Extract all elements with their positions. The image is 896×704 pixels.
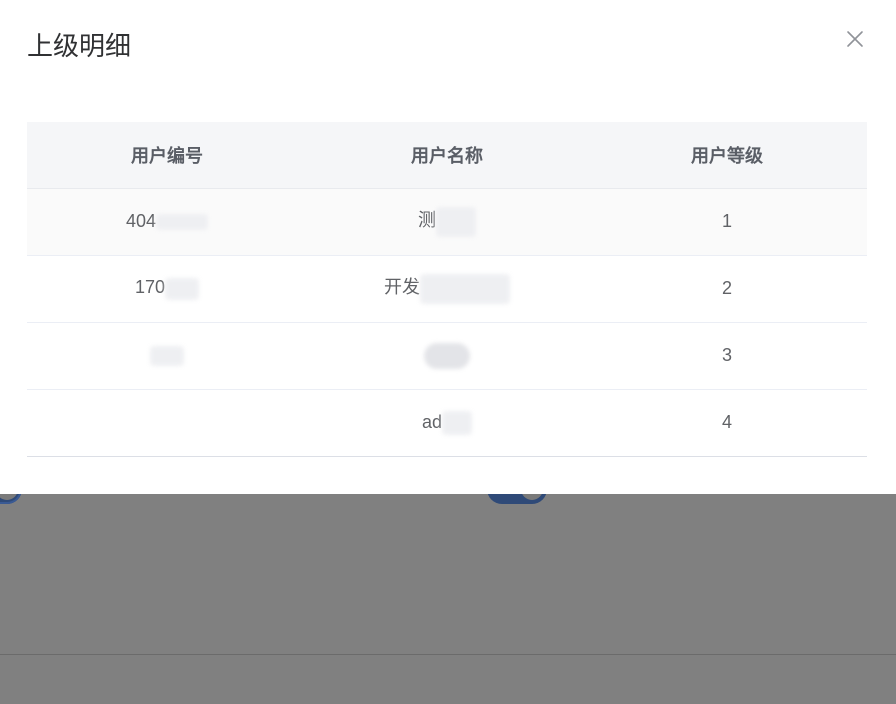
user-id-cell: 170 xyxy=(27,255,307,323)
column-header-user-name: 用户名称 xyxy=(307,122,587,189)
table-header-row: 用户编号 用户名称 用户等级 xyxy=(27,122,867,189)
superior-table: 用户编号 用户名称 用户等级 404 测 1 170 开发 2 3 ad 4 xyxy=(27,122,867,457)
redacted-blur xyxy=(165,277,200,300)
user-name-value: ad xyxy=(421,411,443,432)
redacted-blur xyxy=(436,206,476,237)
column-header-user-level: 用户等级 xyxy=(587,122,867,189)
user-name-cell: 测 xyxy=(307,188,587,256)
table-row: ad 4 xyxy=(27,389,867,457)
redacted-blur xyxy=(420,273,510,304)
column-header-user-id: 用户编号 xyxy=(27,122,307,189)
user-name-cell xyxy=(307,322,587,390)
user-id-cell: 404 xyxy=(27,188,307,256)
user-id-value: 170 xyxy=(134,277,166,298)
redacted-blur xyxy=(424,342,470,369)
user-level-cell: 2 xyxy=(587,255,867,323)
table-row: 170 开发 2 xyxy=(27,255,867,323)
redacted-blur xyxy=(156,214,209,231)
table-row: 3 xyxy=(27,322,867,390)
redacted-blur xyxy=(442,410,473,435)
dialog-title: 上级明细 xyxy=(27,32,132,62)
user-name-value: 测 xyxy=(418,210,436,231)
user-level-cell: 4 xyxy=(587,389,867,457)
table-row: 404 测 1 xyxy=(27,188,867,256)
user-level-cell: 1 xyxy=(587,188,867,256)
user-level-cell: 3 xyxy=(587,322,867,390)
user-id-cell xyxy=(27,389,307,457)
close-button[interactable] xyxy=(840,24,870,54)
user-id-value: 404 xyxy=(125,211,157,231)
user-name-cell: 开发 xyxy=(307,255,587,323)
superior-details-dialog: 上级明细 用户编号 用户名称 用户等级 404 测 1 170 开发 2 3 a… xyxy=(0,0,896,494)
user-id-cell xyxy=(27,322,307,390)
close-icon xyxy=(847,31,863,47)
user-name-cell: ad xyxy=(307,389,587,457)
background-divider xyxy=(0,654,896,655)
user-name-value: 开发 xyxy=(384,277,420,298)
redacted-blur xyxy=(150,346,184,367)
